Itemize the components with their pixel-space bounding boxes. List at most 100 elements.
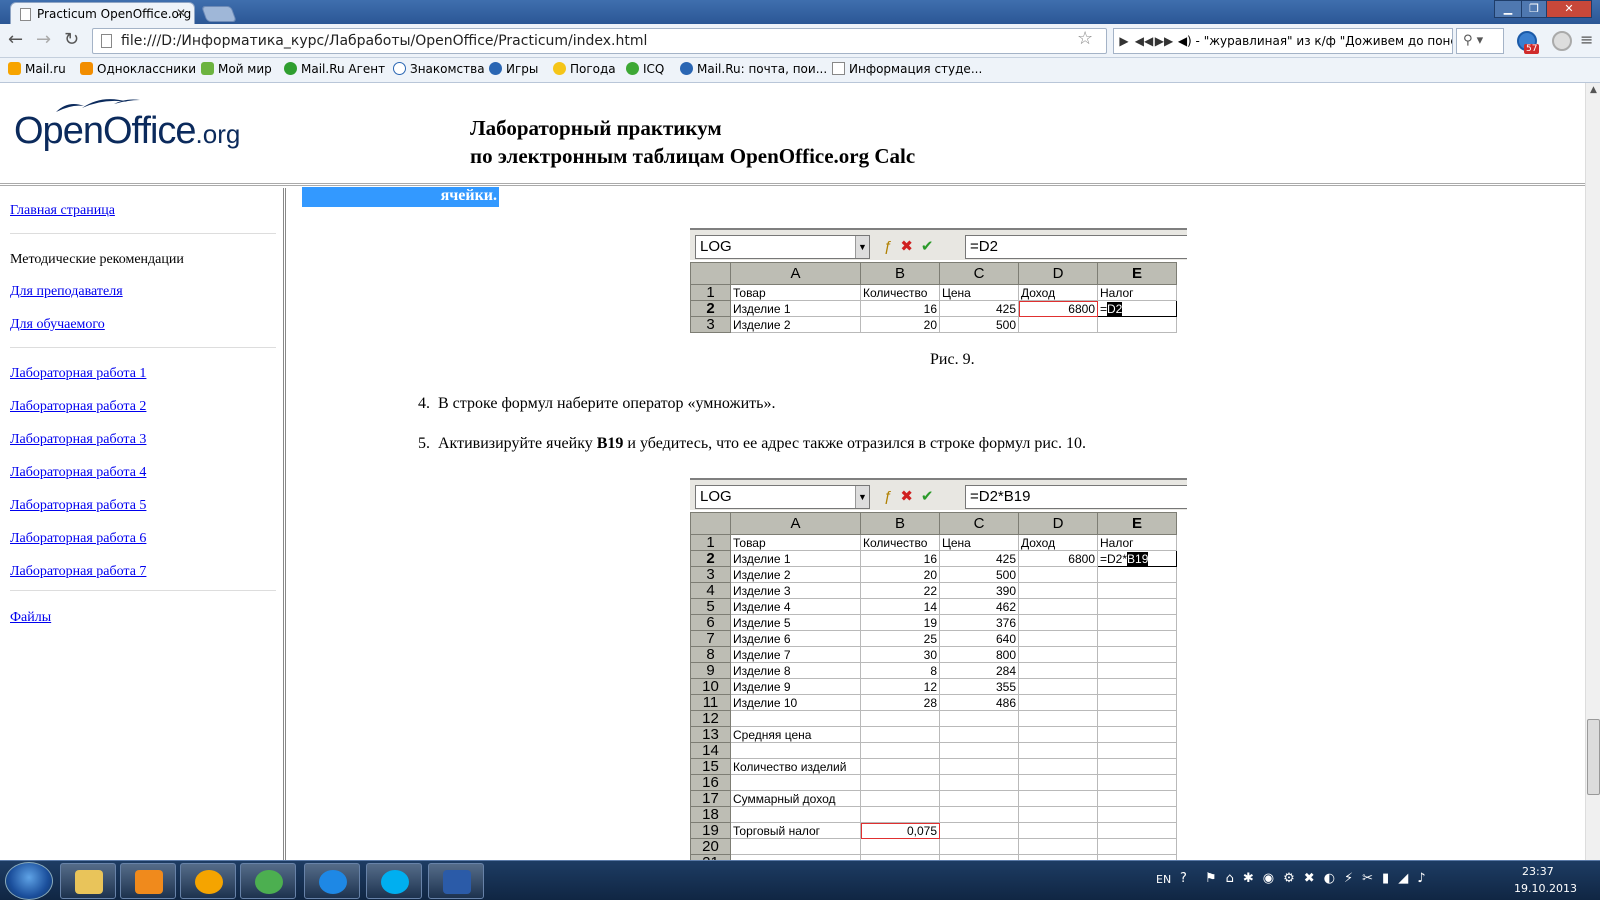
windows-taskbar: EN ? ⚑⌂✱◉⚙✖◐⚡✂▮◢♪ 23:37 19.10.2013 xyxy=(0,860,1600,900)
reload-icon[interactable]: ↻ xyxy=(64,31,79,49)
row-header: 1 xyxy=(690,534,731,551)
tab-close-button[interactable]: ✕ xyxy=(176,6,186,20)
link-lab-2[interactable]: Лабораторная работа 2 xyxy=(10,399,146,415)
cell-C11: 486 xyxy=(939,694,1019,711)
sheet-row: 17 Суммарный доход xyxy=(690,790,1177,807)
link-for-student[interactable]: Для обучаемого xyxy=(10,317,105,333)
start-button[interactable] xyxy=(5,862,53,900)
link-lab-6[interactable]: Лабораторная работа 6 xyxy=(10,531,146,547)
chrome-taskbar-button[interactable] xyxy=(240,863,296,899)
cell-D7 xyxy=(1018,630,1098,647)
minimize-button[interactable]: ▁ xyxy=(1494,0,1522,18)
cell-A12 xyxy=(730,710,861,727)
play-icon[interactable]: ▶ xyxy=(1114,29,1134,53)
cell-C10: 355 xyxy=(939,678,1019,695)
cell-C16 xyxy=(939,774,1019,791)
link-files[interactable]: Файлы xyxy=(10,610,51,626)
link-lab-5[interactable]: Лабораторная работа 5 xyxy=(10,498,146,514)
mail-taskbar-button[interactable] xyxy=(180,863,236,899)
mailru-icon xyxy=(8,62,21,75)
close-window-button[interactable]: ✕ xyxy=(1546,0,1592,18)
bookmark-informatsiya[interactable]: Информация студе... xyxy=(832,62,982,76)
link-lab-4[interactable]: Лабораторная работа 4 xyxy=(10,465,146,481)
cell-B10: 12 xyxy=(860,678,940,695)
maximize-button[interactable]: ❐ xyxy=(1521,0,1547,18)
cell-A11: Изделие 10 xyxy=(730,694,861,711)
browser-tab[interactable]: Practicum OpenOffice.org ✕ xyxy=(10,2,195,26)
bookmark-mailru-agent[interactable]: Mail.Ru Агент xyxy=(284,62,385,76)
column-header: C xyxy=(939,262,1019,285)
at-icon xyxy=(393,62,406,75)
link-lab-7[interactable]: Лабораторная работа 7 xyxy=(10,564,146,580)
web-page: OpenOffice.org Лабораторный практикум по… xyxy=(0,83,1585,860)
help-icon[interactable]: ? xyxy=(1180,871,1187,886)
new-tab-button[interactable] xyxy=(201,6,237,22)
sheet-row: 8 Изделие 7 30 800 xyxy=(690,646,1177,663)
bookmark-mailru-pochta[interactable]: Mail.Ru: почта, пои... xyxy=(680,62,827,76)
calc-figure-10: LOG ▼ ƒ✖✔ =D2*B19 A B C D E 1 Товар Количество Це… xyxy=(690,478,1187,860)
bookmark-pogoda[interactable]: Погода xyxy=(553,62,616,76)
clock-date[interactable]: 19.10.2013 xyxy=(1514,882,1577,895)
folder-icon xyxy=(75,870,103,894)
column-header: A xyxy=(730,262,861,285)
clock-time[interactable]: 23:37 xyxy=(1522,865,1554,878)
bookmark-mailru[interactable]: Mail.ru xyxy=(8,62,66,76)
cell-B14 xyxy=(860,742,940,759)
vertical-scrollbar[interactable]: ▲ xyxy=(1585,83,1600,860)
row-header: 1 xyxy=(690,284,731,301)
language-indicator[interactable]: EN xyxy=(1156,873,1171,886)
cell-E18 xyxy=(1097,806,1177,823)
browser-toolbar: ← → ↻ file:///D:/Информатика_курс/Лабраб… xyxy=(0,24,1600,58)
cell-B3: 20 xyxy=(860,316,940,333)
selected-text: ячейки. xyxy=(302,187,499,207)
row-header: 5 xyxy=(690,598,731,615)
cell-C3: 500 xyxy=(939,316,1019,333)
menu-icon[interactable]: ≡ xyxy=(1580,30,1593,49)
row-header: 14 xyxy=(690,742,731,759)
sidebar-nav: Главная страница Методические рекомендац… xyxy=(0,188,286,860)
row-header: 18 xyxy=(690,806,731,823)
bookmark-odnoklassniki[interactable]: Одноклассники xyxy=(80,62,196,76)
column-header: B xyxy=(860,262,940,285)
forward-icon[interactable]: → xyxy=(36,31,51,49)
explorer-taskbar-button[interactable] xyxy=(60,863,116,899)
row-header: 16 xyxy=(690,774,731,791)
next-icon[interactable]: ▶▶ xyxy=(1154,29,1174,53)
sheet-row: 15 Количество изделий xyxy=(690,758,1177,775)
search-dropdown[interactable]: ⚲ ▾ xyxy=(1456,28,1504,54)
cell-B3: 20 xyxy=(860,566,940,583)
word-icon xyxy=(443,870,471,894)
cell-C2: 425 xyxy=(939,550,1019,567)
skype-taskbar-button[interactable] xyxy=(366,863,422,899)
ie-taskbar-button[interactable] xyxy=(304,863,360,899)
bookmark-moi-mir[interactable]: Мой мир xyxy=(201,62,272,76)
back-icon[interactable]: ← xyxy=(8,31,23,49)
link-lab-1[interactable]: Лабораторная работа 1 xyxy=(10,366,146,382)
cell-E2: =D2*B19 xyxy=(1097,550,1177,567)
media-taskbar-button[interactable] xyxy=(120,863,176,899)
link-for-teacher[interactable]: Для преподавателя xyxy=(10,284,123,300)
cell-A1: Товар xyxy=(730,534,861,551)
divider xyxy=(10,233,276,234)
word-taskbar-button[interactable] xyxy=(428,863,484,899)
link-home[interactable]: Главная страница xyxy=(10,203,115,219)
sheet-row: 10 Изделие 9 12 355 xyxy=(690,678,1177,695)
scroll-up-icon[interactable]: ▲ xyxy=(1586,83,1600,98)
bookmark-igry[interactable]: Игры xyxy=(489,62,538,76)
link-lab-3[interactable]: Лабораторная работа 3 xyxy=(10,432,146,448)
prev-icon[interactable]: ◀◀ xyxy=(1134,29,1154,53)
bookmark-star-icon[interactable]: ☆ xyxy=(1077,28,1093,49)
bookmark-icq[interactable]: ICQ xyxy=(626,62,664,76)
cell-D3 xyxy=(1018,566,1098,583)
media-player-widget[interactable]: ▶ ◀◀ ▶▶ ◀) - "журавлиная" из к/ф "Доживем … xyxy=(1113,28,1453,54)
user-icon[interactable] xyxy=(1552,31,1572,51)
address-bar[interactable]: file:///D:/Информатика_курс/Лабработы/Op… xyxy=(92,28,1107,54)
cell-D16 xyxy=(1018,774,1098,791)
bookmark-znakomstva[interactable]: Знакомства xyxy=(393,62,485,76)
tray-icons[interactable]: ⚑⌂✱◉⚙✖◐⚡✂▮◢♪ xyxy=(1205,871,1435,886)
scroll-thumb[interactable] xyxy=(1587,719,1600,795)
divider xyxy=(10,590,276,591)
row-header: 3 xyxy=(690,566,731,583)
row-header: 11 xyxy=(690,694,731,711)
cell-C14 xyxy=(939,742,1019,759)
